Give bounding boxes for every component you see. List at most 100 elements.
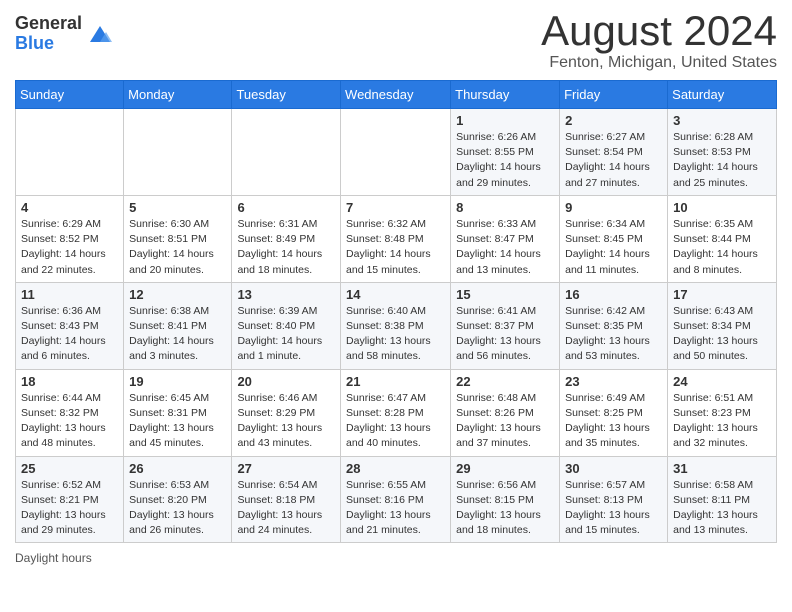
day-number: 9 bbox=[565, 200, 662, 215]
day-number: 15 bbox=[456, 287, 554, 302]
calendar-cell: 26 Sunrise: 6:53 AM Sunset: 8:20 PM Dayli… bbox=[124, 456, 232, 543]
day-info: Sunrise: 6:53 AM Sunset: 8:20 PM Dayligh… bbox=[129, 478, 226, 539]
day-number: 27 bbox=[237, 461, 335, 476]
day-number: 16 bbox=[565, 287, 662, 302]
calendar-day-header: Monday bbox=[124, 81, 232, 109]
day-number: 17 bbox=[673, 287, 771, 302]
day-number: 21 bbox=[346, 374, 445, 389]
location: Fenton, Michigan, United States bbox=[541, 54, 777, 72]
calendar-table: SundayMondayTuesdayWednesdayThursdayFrid… bbox=[15, 80, 777, 543]
calendar-cell: 16 Sunrise: 6:42 AM Sunset: 8:35 PM Dayli… bbox=[560, 282, 668, 369]
calendar-cell: 2 Sunrise: 6:27 AM Sunset: 8:54 PM Daylig… bbox=[560, 109, 668, 196]
calendar-cell: 17 Sunrise: 6:43 AM Sunset: 8:34 PM Dayli… bbox=[668, 282, 777, 369]
day-number: 1 bbox=[456, 113, 554, 128]
day-info: Sunrise: 6:43 AM Sunset: 8:34 PM Dayligh… bbox=[673, 304, 771, 365]
day-info: Sunrise: 6:41 AM Sunset: 8:37 PM Dayligh… bbox=[456, 304, 554, 365]
day-info: Sunrise: 6:28 AM Sunset: 8:53 PM Dayligh… bbox=[673, 130, 771, 191]
day-info: Sunrise: 6:48 AM Sunset: 8:26 PM Dayligh… bbox=[456, 391, 554, 452]
day-number: 23 bbox=[565, 374, 662, 389]
calendar-cell: 14 Sunrise: 6:40 AM Sunset: 8:38 PM Dayli… bbox=[341, 282, 451, 369]
calendar-cell: 21 Sunrise: 6:47 AM Sunset: 8:28 PM Dayli… bbox=[341, 369, 451, 456]
day-number: 4 bbox=[21, 200, 118, 215]
day-number: 3 bbox=[673, 113, 771, 128]
calendar-week-row: 25 Sunrise: 6:52 AM Sunset: 8:21 PM Dayli… bbox=[16, 456, 777, 543]
calendar-day-header: Wednesday bbox=[341, 81, 451, 109]
calendar-cell: 11Sunrise: 6:36 AM Sunset: 8:43 PM Dayli… bbox=[16, 282, 124, 369]
month-title: August 2024 bbox=[541, 10, 777, 52]
calendar-cell: 8 Sunrise: 6:33 AM Sunset: 8:47 PM Daylig… bbox=[451, 195, 560, 282]
logo-general: General bbox=[15, 14, 82, 34]
calendar-cell: 24 Sunrise: 6:51 AM Sunset: 8:23 PM Dayli… bbox=[668, 369, 777, 456]
calendar-day-header: Thursday bbox=[451, 81, 560, 109]
day-info: Sunrise: 6:42 AM Sunset: 8:35 PM Dayligh… bbox=[565, 304, 662, 365]
day-info: Sunrise: 6:49 AM Sunset: 8:25 PM Dayligh… bbox=[565, 391, 662, 452]
day-number: 10 bbox=[673, 200, 771, 215]
calendar-cell: 29 Sunrise: 6:56 AM Sunset: 8:15 PM Dayli… bbox=[451, 456, 560, 543]
calendar-cell: 27 Sunrise: 6:54 AM Sunset: 8:18 PM Dayli… bbox=[232, 456, 341, 543]
day-info: Sunrise: 6:45 AM Sunset: 8:31 PM Dayligh… bbox=[129, 391, 226, 452]
day-number: 29 bbox=[456, 461, 554, 476]
calendar-cell bbox=[232, 109, 341, 196]
calendar-cell: 15 Sunrise: 6:41 AM Sunset: 8:37 PM Dayli… bbox=[451, 282, 560, 369]
day-info: Sunrise: 6:30 AM Sunset: 8:51 PM Dayligh… bbox=[129, 217, 226, 278]
calendar-week-row: 11Sunrise: 6:36 AM Sunset: 8:43 PM Dayli… bbox=[16, 282, 777, 369]
calendar-cell: 4 Sunrise: 6:29 AM Sunset: 8:52 PM Daylig… bbox=[16, 195, 124, 282]
day-info: Sunrise: 6:29 AM Sunset: 8:52 PM Dayligh… bbox=[21, 217, 118, 278]
day-info: Sunrise: 6:46 AM Sunset: 8:29 PM Dayligh… bbox=[237, 391, 335, 452]
day-number: 22 bbox=[456, 374, 554, 389]
day-info: Sunrise: 6:31 AM Sunset: 8:49 PM Dayligh… bbox=[237, 217, 335, 278]
day-info: Sunrise: 6:54 AM Sunset: 8:18 PM Dayligh… bbox=[237, 478, 335, 539]
calendar-cell bbox=[341, 109, 451, 196]
day-number: 14 bbox=[346, 287, 445, 302]
day-info: Sunrise: 6:44 AM Sunset: 8:32 PM Dayligh… bbox=[21, 391, 118, 452]
day-info: Sunrise: 6:57 AM Sunset: 8:13 PM Dayligh… bbox=[565, 478, 662, 539]
day-info: Sunrise: 6:33 AM Sunset: 8:47 PM Dayligh… bbox=[456, 217, 554, 278]
day-number: 25 bbox=[21, 461, 118, 476]
day-info: Sunrise: 6:58 AM Sunset: 8:11 PM Dayligh… bbox=[673, 478, 771, 539]
day-number: 18 bbox=[21, 374, 118, 389]
day-info: Sunrise: 6:35 AM Sunset: 8:44 PM Dayligh… bbox=[673, 217, 771, 278]
day-info: Sunrise: 6:26 AM Sunset: 8:55 PM Dayligh… bbox=[456, 130, 554, 191]
calendar-cell: 19 Sunrise: 6:45 AM Sunset: 8:31 PM Dayli… bbox=[124, 369, 232, 456]
calendar-day-header: Tuesday bbox=[232, 81, 341, 109]
day-number: 26 bbox=[129, 461, 226, 476]
day-number: 30 bbox=[565, 461, 662, 476]
calendar-cell: 18 Sunrise: 6:44 AM Sunset: 8:32 PM Dayli… bbox=[16, 369, 124, 456]
day-info: Sunrise: 6:27 AM Sunset: 8:54 PM Dayligh… bbox=[565, 130, 662, 191]
calendar-day-header: Sunday bbox=[16, 81, 124, 109]
calendar-cell: 7Sunrise: 6:32 AM Sunset: 8:48 PM Daylig… bbox=[341, 195, 451, 282]
logo-icon bbox=[86, 20, 114, 48]
calendar-cell: 6 Sunrise: 6:31 AM Sunset: 8:49 PM Daylig… bbox=[232, 195, 341, 282]
day-number: 19 bbox=[129, 374, 226, 389]
calendar-cell: 30 Sunrise: 6:57 AM Sunset: 8:13 PM Dayli… bbox=[560, 456, 668, 543]
day-info: Sunrise: 6:47 AM Sunset: 8:28 PM Dayligh… bbox=[346, 391, 445, 452]
day-info: Sunrise: 6:52 AM Sunset: 8:21 PM Dayligh… bbox=[21, 478, 118, 539]
calendar-cell bbox=[16, 109, 124, 196]
title-block: August 2024 Fenton, Michigan, United Sta… bbox=[541, 10, 777, 72]
day-number: 2 bbox=[565, 113, 662, 128]
calendar-cell: 5Sunrise: 6:30 AM Sunset: 8:51 PM Daylig… bbox=[124, 195, 232, 282]
day-info: Sunrise: 6:40 AM Sunset: 8:38 PM Dayligh… bbox=[346, 304, 445, 365]
calendar-cell: 13 Sunrise: 6:39 AM Sunset: 8:40 PM Dayli… bbox=[232, 282, 341, 369]
day-number: 24 bbox=[673, 374, 771, 389]
calendar-cell: 28Sunrise: 6:55 AM Sunset: 8:16 PM Dayli… bbox=[341, 456, 451, 543]
calendar-header-row: SundayMondayTuesdayWednesdayThursdayFrid… bbox=[16, 81, 777, 109]
day-info: Sunrise: 6:39 AM Sunset: 8:40 PM Dayligh… bbox=[237, 304, 335, 365]
calendar-cell: 1 Sunrise: 6:26 AM Sunset: 8:55 PM Daylig… bbox=[451, 109, 560, 196]
calendar-day-header: Saturday bbox=[668, 81, 777, 109]
calendar-cell: 10 Sunrise: 6:35 AM Sunset: 8:44 PM Dayli… bbox=[668, 195, 777, 282]
day-info: Sunrise: 6:38 AM Sunset: 8:41 PM Dayligh… bbox=[129, 304, 226, 365]
day-info: Sunrise: 6:32 AM Sunset: 8:48 PM Dayligh… bbox=[346, 217, 445, 278]
day-info: Sunrise: 6:55 AM Sunset: 8:16 PM Dayligh… bbox=[346, 478, 445, 539]
day-info: Sunrise: 6:51 AM Sunset: 8:23 PM Dayligh… bbox=[673, 391, 771, 452]
calendar-week-row: 18 Sunrise: 6:44 AM Sunset: 8:32 PM Dayli… bbox=[16, 369, 777, 456]
day-info: Sunrise: 6:56 AM Sunset: 8:15 PM Dayligh… bbox=[456, 478, 554, 539]
day-number: 13 bbox=[237, 287, 335, 302]
day-info: Sunrise: 6:36 AM Sunset: 8:43 PM Dayligh… bbox=[21, 304, 118, 365]
calendar-cell: 22 Sunrise: 6:48 AM Sunset: 8:26 PM Dayli… bbox=[451, 369, 560, 456]
page-header: General Blue August 2024 Fenton, Michiga… bbox=[15, 10, 777, 72]
day-number: 20 bbox=[237, 374, 335, 389]
day-number: 8 bbox=[456, 200, 554, 215]
calendar-cell: 31Sunrise: 6:58 AM Sunset: 8:11 PM Dayli… bbox=[668, 456, 777, 543]
day-number: 6 bbox=[237, 200, 335, 215]
